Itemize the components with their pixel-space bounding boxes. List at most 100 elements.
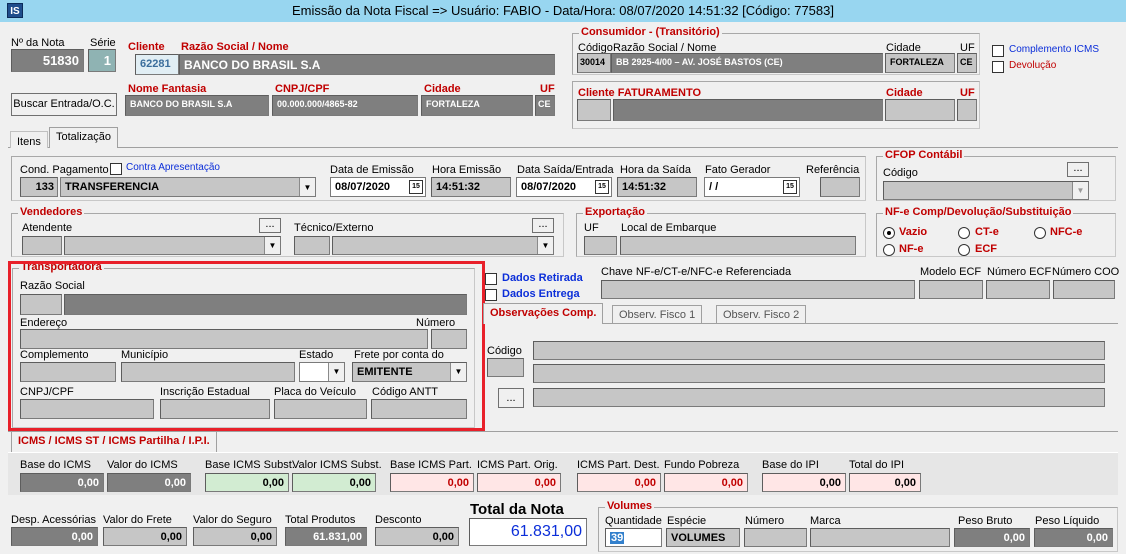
modelo-ecf-label: Modelo ECF bbox=[920, 266, 982, 278]
local-embarque-field[interactable] bbox=[620, 236, 856, 255]
base-icms-part-label: Base ICMS Part. bbox=[390, 459, 472, 471]
consumidor-cidade-field[interactable]: FORTALEZA bbox=[885, 53, 955, 73]
total-produtos-field[interactable]: 61.831,00 bbox=[285, 527, 367, 546]
icms-part-orig-field[interactable]: 0,00 bbox=[477, 473, 561, 492]
radio-nfe[interactable] bbox=[883, 244, 895, 256]
tab-observ-fisco-2[interactable]: Observ. Fisco 2 bbox=[716, 305, 807, 323]
radio-vazio[interactable] bbox=[883, 227, 895, 239]
quantidade-field[interactable]: 39 bbox=[605, 528, 662, 547]
chevron-down-icon[interactable]: ▼ bbox=[1072, 182, 1088, 199]
especie-field[interactable]: VOLUMES bbox=[666, 528, 740, 547]
radio-vazio-label: Vazio bbox=[899, 226, 928, 238]
faturamento-razao-field[interactable] bbox=[613, 99, 883, 121]
calendar-icon[interactable]: 15 bbox=[409, 180, 423, 194]
radio-ecf[interactable] bbox=[958, 244, 970, 256]
obs-search-button[interactable]: ... bbox=[498, 388, 524, 408]
uf-label: UF bbox=[540, 83, 555, 95]
peso-liquido-field[interactable]: 0,00 bbox=[1034, 528, 1113, 547]
cliente-code-field[interactable]: 62281 bbox=[135, 54, 179, 75]
hora-saida-field[interactable]: 14:51:32 bbox=[617, 177, 697, 197]
serie-field[interactable]: 1 bbox=[88, 49, 116, 72]
nome-fantasia-field[interactable]: BANCO DO BRASIL S.A bbox=[125, 95, 269, 116]
obs-codigo-label: Código bbox=[487, 345, 522, 357]
cidade-field[interactable]: FORTALEZA bbox=[421, 95, 533, 116]
tab-totalizacao[interactable]: Totalização bbox=[49, 127, 119, 148]
tab-icms[interactable]: ICMS / ICMS ST / ICMS Partilha / I.P.I. bbox=[11, 432, 217, 453]
base-ipi-field[interactable]: 0,00 bbox=[762, 473, 846, 492]
exportacao-uf-field[interactable] bbox=[584, 236, 617, 255]
base-icms-field[interactable]: 0,00 bbox=[20, 473, 104, 492]
obs-line-3[interactable] bbox=[533, 388, 1105, 407]
data-emissao-value: 08/07/2020 bbox=[335, 181, 391, 193]
total-produtos-label: Total Produtos bbox=[285, 514, 356, 526]
atendente-code-field[interactable] bbox=[22, 236, 62, 255]
fato-gerador-field[interactable]: / / 15 bbox=[704, 177, 800, 197]
data-saida-value: 08/07/2020 bbox=[521, 181, 577, 193]
numero-ecf-field[interactable] bbox=[986, 280, 1050, 299]
cond-pagamento-select[interactable]: TRANSFERENCIA ▼ bbox=[60, 177, 316, 197]
radio-cte[interactable] bbox=[958, 227, 970, 239]
referencia-field[interactable] bbox=[820, 177, 860, 197]
desp-acessorias-field[interactable]: 0,00 bbox=[11, 527, 98, 546]
atendente-select[interactable]: ▼ bbox=[64, 236, 281, 255]
obs-line-2[interactable] bbox=[533, 364, 1105, 383]
numero-volumes-field[interactable] bbox=[744, 528, 807, 547]
cidade-label: Cidade bbox=[424, 83, 461, 95]
data-emissao-field[interactable]: 08/07/2020 15 bbox=[330, 177, 426, 197]
cliente-name-field[interactable]: BANCO DO BRASIL S.A bbox=[179, 54, 555, 75]
atendente-search-button[interactable]: ... bbox=[259, 218, 281, 233]
calendar-icon[interactable]: 15 bbox=[595, 180, 609, 194]
faturamento-uf-field[interactable] bbox=[957, 99, 977, 121]
valor-icms-subst-field[interactable]: 0,00 bbox=[292, 473, 376, 492]
numero-coo-field[interactable] bbox=[1053, 280, 1115, 299]
marca-field[interactable] bbox=[810, 528, 950, 547]
faturamento-codigo-field[interactable] bbox=[577, 99, 611, 121]
chave-referenciada-field[interactable] bbox=[601, 280, 915, 299]
base-icms-part-field[interactable]: 0,00 bbox=[390, 473, 474, 492]
tecnico-select[interactable]: ▼ bbox=[332, 236, 554, 255]
chevron-down-icon[interactable]: ▼ bbox=[264, 237, 280, 254]
uf-field[interactable]: CE bbox=[535, 95, 555, 116]
calendar-icon[interactable]: 15 bbox=[783, 180, 797, 194]
dados-retirada-checkbox[interactable] bbox=[485, 273, 497, 285]
data-saida-field[interactable]: 08/07/2020 15 bbox=[516, 177, 612, 197]
total-nota-field[interactable]: 61.831,00 bbox=[469, 518, 587, 546]
obs-codigo-field[interactable] bbox=[487, 358, 524, 377]
tecnico-search-button[interactable]: ... bbox=[532, 218, 554, 233]
contra-apresentacao-checkbox[interactable] bbox=[110, 163, 122, 175]
valor-frete-field[interactable]: 0,00 bbox=[103, 527, 187, 546]
faturamento-cidade-field[interactable] bbox=[885, 99, 955, 121]
consumidor-razao-field[interactable]: BB 2925-4/00 – AV. JOSÉ BASTOS (CE) bbox=[611, 53, 883, 73]
nota-number-field[interactable]: 51830 bbox=[11, 49, 84, 72]
fundo-pobreza-field[interactable]: 0,00 bbox=[664, 473, 748, 492]
tab-itens[interactable]: Itens bbox=[10, 131, 48, 148]
desconto-field[interactable]: 0,00 bbox=[375, 527, 459, 546]
complemento-icms-checkbox[interactable] bbox=[992, 45, 1004, 57]
tab-observ-fisco-1[interactable]: Observ. Fisco 1 bbox=[612, 305, 703, 323]
consumidor-codigo-field[interactable]: 30014 bbox=[577, 53, 611, 73]
radio-nfce[interactable] bbox=[1034, 227, 1046, 239]
total-ipi-label: Total do IPI bbox=[849, 459, 905, 471]
base-icms-subst-field[interactable]: 0,00 bbox=[205, 473, 289, 492]
consumidor-uf-field[interactable]: CE bbox=[957, 53, 977, 73]
valor-seguro-field[interactable]: 0,00 bbox=[193, 527, 277, 546]
icms-part-dest-field[interactable]: 0,00 bbox=[577, 473, 661, 492]
tab-observacoes-comp[interactable]: Observações Comp. bbox=[483, 303, 604, 324]
cnpj-field[interactable]: 00.000.000/4865-82 bbox=[272, 95, 418, 116]
total-ipi-field[interactable]: 0,00 bbox=[849, 473, 921, 492]
modelo-ecf-field[interactable] bbox=[919, 280, 983, 299]
chevron-down-icon[interactable]: ▼ bbox=[537, 237, 553, 254]
cfop-select[interactable]: ▼ bbox=[883, 181, 1089, 200]
hora-emissao-field[interactable]: 14:51:32 bbox=[431, 177, 511, 197]
devolucao-checkbox[interactable] bbox=[992, 61, 1004, 73]
peso-bruto-field[interactable]: 0,00 bbox=[954, 528, 1030, 547]
cond-code-field[interactable]: 133 bbox=[20, 177, 58, 197]
cfop-search-button[interactable]: ... bbox=[1067, 162, 1089, 177]
icms-part-dest-label: ICMS Part. Dest. bbox=[577, 459, 660, 471]
obs-line-1[interactable] bbox=[533, 341, 1105, 360]
buscar-entrada-button[interactable]: Buscar Entrada/O.C. bbox=[11, 93, 117, 116]
tecnico-code-field[interactable] bbox=[294, 236, 330, 255]
chevron-down-icon[interactable]: ▼ bbox=[299, 178, 315, 196]
valor-icms-field[interactable]: 0,00 bbox=[107, 473, 191, 492]
dados-entrega-checkbox[interactable] bbox=[485, 289, 497, 301]
